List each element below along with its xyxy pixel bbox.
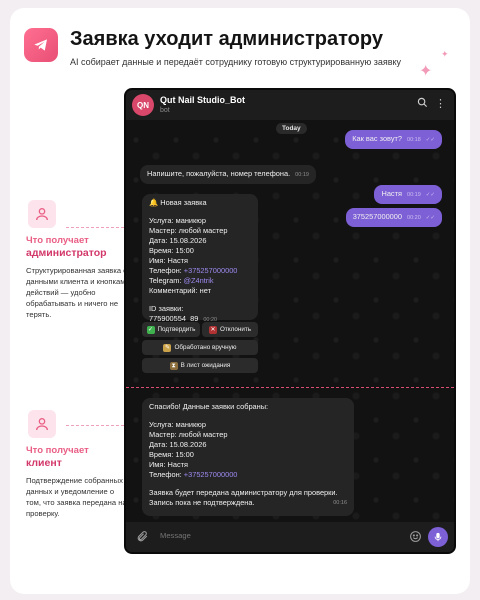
confirmation-intro: Спасибо! Данные заявки собраны:: [149, 402, 269, 411]
field-name: Имя: Настя: [149, 256, 189, 265]
field-service: Услуга: маникюр: [149, 420, 206, 429]
field-date: Дата: 15.08.2026: [149, 236, 207, 245]
message-incoming[interactable]: Напишите, пожалуйста, номер телефона. 00:…: [140, 165, 316, 184]
message-outgoing[interactable]: Настя 00:19 ✓✓: [374, 185, 442, 204]
processed-manually-button[interactable]: ✎ Обработано вручную: [142, 340, 258, 355]
bot-status: bot: [160, 107, 170, 114]
bot-name[interactable]: Qut Nail Studio_Bot: [160, 95, 245, 105]
field-master: Мастер: любой мастер: [149, 430, 228, 439]
admin-request-card[interactable]: 🔔 Новая заявка Услуга: маникюр Мастер: л…: [142, 194, 258, 323]
field-service: Услуга: маникюр: [149, 216, 206, 225]
emoji-icon[interactable]: [409, 530, 422, 548]
admin-connector-line: [66, 227, 124, 228]
chat-header: QN Qut Nail Studio_Bot bot ⋮: [126, 90, 454, 120]
telegram-link[interactable]: @Z4ntrik: [184, 276, 214, 285]
phone-link[interactable]: +375257000000: [184, 470, 238, 479]
search-icon[interactable]: [417, 97, 428, 112]
bot-avatar[interactable]: QN: [132, 94, 154, 116]
microphone-button[interactable]: [428, 527, 448, 547]
page-title: Заявка уходит администратору: [70, 28, 383, 50]
more-menu-icon[interactable]: ⋮: [435, 97, 446, 111]
page-subtitle: AI собирает данные и передаёт сотруднику…: [70, 57, 402, 67]
sparkle-icon: ✦: [419, 63, 433, 80]
admin-user-icon: [28, 200, 56, 228]
field-time: Время: 15:00: [149, 450, 194, 459]
field-telegram: Telegram: @Z4ntrik: [149, 276, 214, 285]
sparkle-small-icon: ✦: [441, 49, 449, 59]
admin-description: Структурированная заявка с данными клиен…: [26, 266, 130, 319]
confirmation-note: Заявка будет передана администратору для…: [149, 488, 338, 497]
field-phone: Телефон: +375257000000: [149, 266, 238, 275]
client-connector-line: [66, 425, 124, 426]
phone-link[interactable]: +375257000000: [184, 266, 238, 275]
message-outgoing[interactable]: 375257000000 00:20 ✓✓: [345, 208, 442, 227]
message-outgoing[interactable]: Как вас зовут? 00:18 ✓✓: [345, 130, 442, 149]
check-icon: ✓: [146, 325, 155, 334]
hourglass-icon: ⧗: [169, 361, 178, 370]
chat-window: QN Qut Nail Studio_Bot bot ⋮ Today Как в…: [124, 88, 456, 554]
reject-button[interactable]: ✕ Отклонить: [202, 322, 258, 337]
field-master: Мастер: любой мастер: [149, 226, 228, 235]
client-user-icon: [28, 410, 56, 438]
field-phone: Телефон: +375257000000: [149, 470, 238, 479]
attach-icon[interactable]: [136, 530, 149, 548]
message-input[interactable]: [160, 531, 258, 540]
confirm-button[interactable]: ✓ Подтвердить: [142, 322, 200, 337]
waitlist-button[interactable]: ⧗ В лист ожидания: [142, 358, 258, 373]
day-label: Today: [276, 123, 307, 134]
memo-icon: ✎: [163, 343, 172, 352]
admin-label: Что получает администратор: [26, 235, 107, 259]
cross-icon: ✕: [208, 325, 217, 334]
field-date: Дата: 15.08.2026: [149, 440, 207, 449]
client-description: Подтверждение собранных данных и уведомл…: [26, 476, 127, 518]
section-divider: [126, 387, 454, 388]
microphone-icon: [434, 532, 442, 542]
client-label: Что получает клиент: [26, 445, 89, 469]
message-composer: [126, 522, 454, 552]
request-title: Новая заявка: [160, 198, 207, 207]
client-confirmation-card[interactable]: Спасибо! Данные заявки собраны: Услуга: …: [142, 398, 354, 516]
field-comment: Комментарий: нет: [149, 286, 211, 295]
confirmation-note: Запись пока не подтверждена. 00:16: [149, 498, 347, 507]
bell-icon: 🔔: [149, 198, 159, 207]
field-name: Имя: Настя: [149, 460, 189, 469]
field-time: Время: 15:00: [149, 246, 194, 255]
telegram-logo-icon: [24, 28, 58, 62]
